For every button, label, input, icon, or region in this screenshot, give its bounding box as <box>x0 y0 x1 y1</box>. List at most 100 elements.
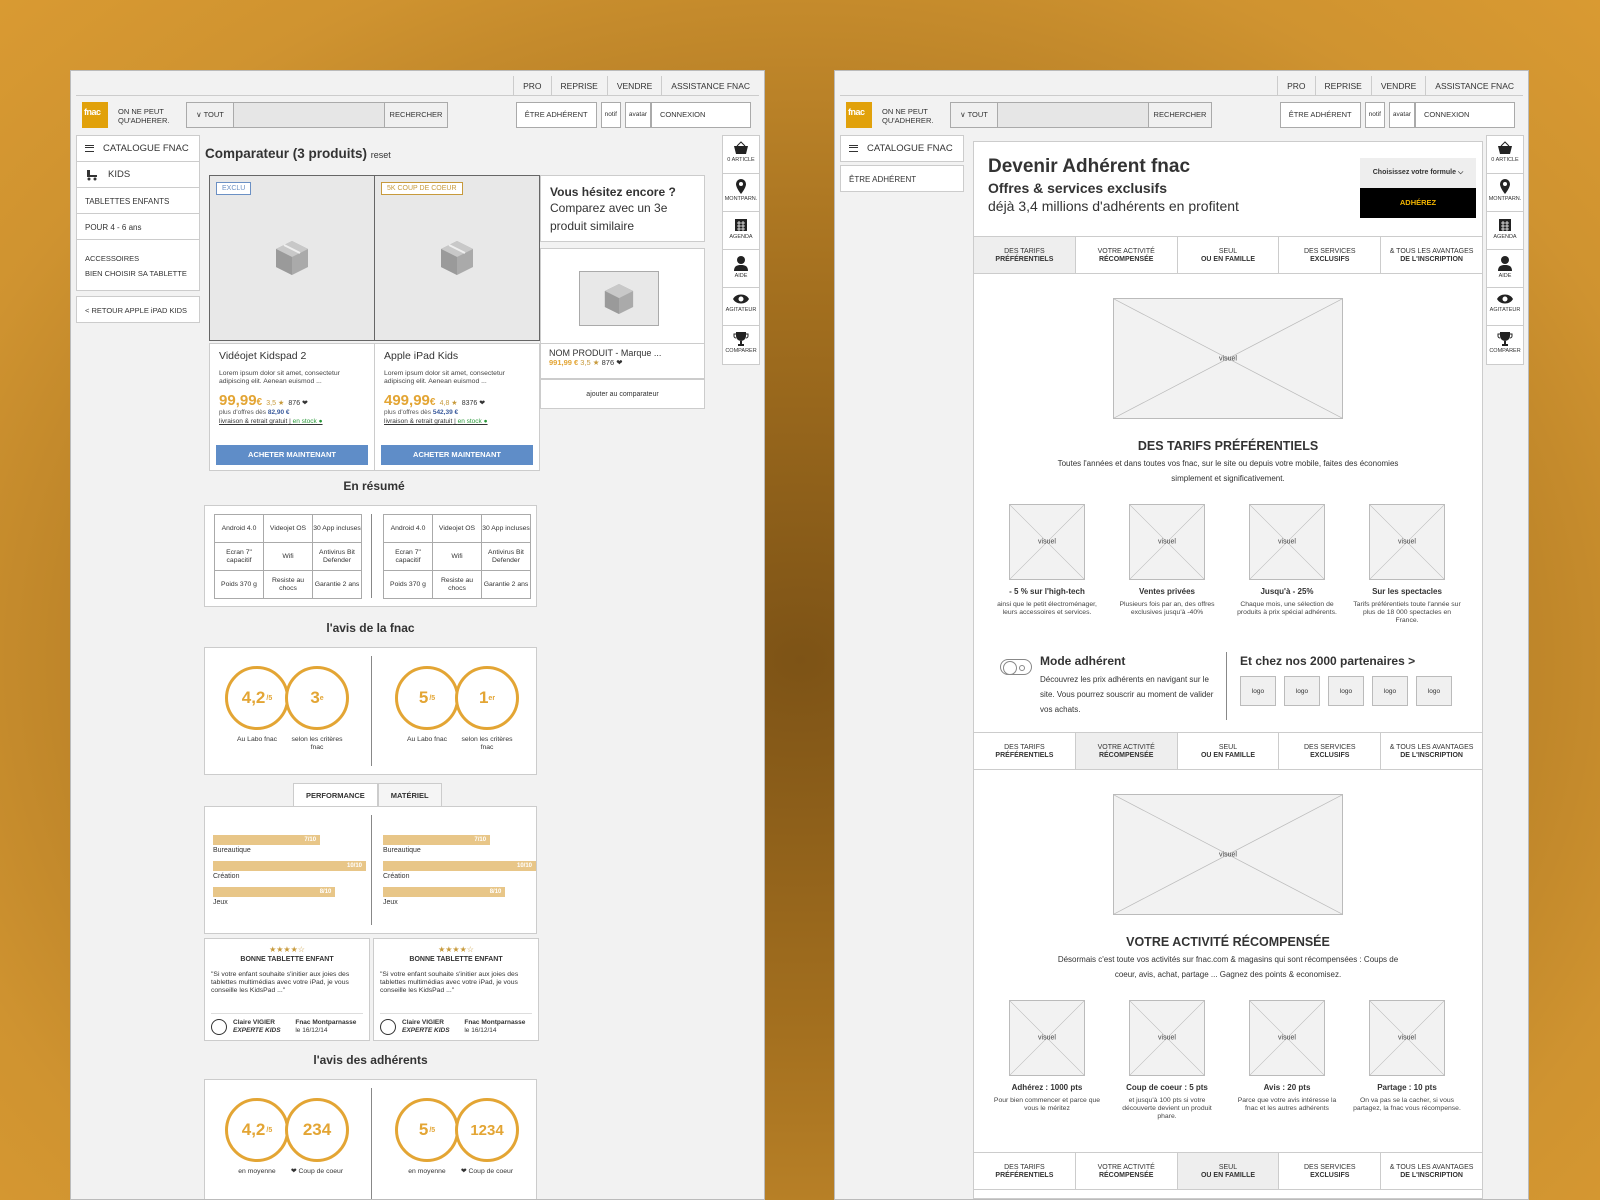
agitateur-tool[interactable]: AGITATEUR <box>723 288 759 326</box>
login-button[interactable]: CONNEXION <box>1415 102 1515 128</box>
partner-logo[interactable]: logo <box>1328 676 1364 706</box>
tab-services[interactable]: DES SERVICES EXCLUSIFS <box>1279 1153 1382 1189</box>
product-offers[interactable]: plus d'offres dès 542,39 € <box>384 409 530 416</box>
menu-icon <box>85 145 94 152</box>
tab-famille[interactable]: SEUL OU EN FAMILLE <box>1178 237 1280 273</box>
nav-member[interactable]: ÊTRE ADHÉRENT <box>840 165 964 192</box>
agenda-tool[interactable]: AGENDA <box>723 212 759 250</box>
agenda-tool[interactable]: AGENDA <box>1487 212 1523 250</box>
tab-materiel[interactable]: MATÉRIEL <box>377 783 442 807</box>
nav-catalog[interactable]: CATALOGUE FNAC <box>840 135 964 162</box>
comparator-page: PRO REPRISE VENDRE ASSISTANCE FNAC fnac … <box>70 70 765 1200</box>
tab-activite[interactable]: VOTRE ACTIVITÉ RÉCOMPENSÉE <box>1076 1153 1178 1189</box>
account-area: ÊTRE ADHÉRENT notif avatar CONNEXION <box>1275 102 1515 128</box>
top-link-assistance[interactable]: ASSISTANCE FNAC <box>661 76 759 95</box>
partner-logo[interactable]: logo <box>1284 676 1320 706</box>
similar-product-card[interactable]: NOM PRODUIT - Marque ... 991,99 € 3,5 ★ … <box>540 343 705 379</box>
search-category-select[interactable]: ∨ TOUT <box>187 103 234 127</box>
product-image[interactable]: 5K COUP DE COEUR <box>374 175 540 341</box>
tab-tarifs[interactable]: DES TARIFS PRÉFÉRENTIELS <box>974 733 1076 769</box>
member-button[interactable]: ÊTRE ADHÉRENT <box>515 102 597 128</box>
member-mode-toggle[interactable] <box>1000 659 1032 675</box>
product-delivery[interactable]: livraison & retrait gratuit | en stock ● <box>219 418 365 425</box>
top-link-pro[interactable]: PRO <box>1277 76 1314 95</box>
performance-label: Jeux <box>383 899 398 906</box>
section-tabs: DES TARIFS PRÉFÉRENTIELS VOTRE ACTIVITÉ RÉ… <box>974 236 1482 274</box>
nav-tablettes[interactable]: TABLETTES ENFANTS <box>76 187 200 214</box>
avatar[interactable]: avatar <box>1388 102 1415 128</box>
notif-icon[interactable]: notif <box>1364 102 1385 128</box>
tab-performance[interactable]: PERFORMANCE <box>293 783 378 807</box>
login-button[interactable]: CONNEXION <box>651 102 751 128</box>
product-image[interactable]: EXCLU <box>209 175 375 341</box>
tab-famille[interactable]: SEUL OU EN FAMILLE <box>1177 1153 1280 1189</box>
adhere-button[interactable]: ADHÉREZ <box>1360 188 1476 218</box>
tab-avantages[interactable]: & TOUS LES AVANTAGES DE L'INSCRIPTION <box>1381 733 1482 769</box>
search-input[interactable] <box>234 103 385 127</box>
product-delivery[interactable]: livraison & retrait gratuit | en stock ● <box>384 418 530 425</box>
buy-now-button[interactable]: ACHETER MAINTENANT <box>216 445 368 465</box>
tab-famille[interactable]: SEUL OU EN FAMILLE <box>1178 733 1280 769</box>
avatar[interactable]: avatar <box>624 102 651 128</box>
divider <box>371 815 372 925</box>
partner-logo[interactable]: logo <box>1416 676 1452 706</box>
fnac-logo[interactable]: fnac <box>82 102 108 128</box>
tab-services[interactable]: DES SERVICES EXCLUSIFS <box>1279 733 1382 769</box>
cart-tool[interactable]: 0 ARTICLE <box>723 136 759 174</box>
help-tool[interactable]: AIDE <box>723 250 759 288</box>
divider <box>371 656 372 766</box>
partner-logo[interactable]: logo <box>1240 676 1276 706</box>
tab-tarifs[interactable]: DES TARIFS PRÉFÉRENTIELS <box>974 1153 1076 1189</box>
nav-accessoires[interactable]: ACCESSOIRES <box>85 251 191 266</box>
compare-tool[interactable]: COMPARER <box>1487 326 1523 364</box>
product-offers[interactable]: plus d'offres dès 82,90 € <box>219 409 365 416</box>
top-link-reprise[interactable]: REPRISE <box>1314 76 1371 95</box>
review-title: BONNE TABLETTE ENFANT <box>409 956 503 963</box>
tab-avantages[interactable]: & TOUS LES AVANTAGES DE L'INSCRIPTION <box>1381 1153 1482 1189</box>
feature-item: Sur les spectacles Tarifs préférentiels t… <box>1352 587 1462 625</box>
partner-logo[interactable]: logo <box>1372 676 1408 706</box>
product-name[interactable]: Vidéojet Kidspad 2 <box>219 350 365 362</box>
nav-return-link[interactable]: < RETOUR APPLE iPAD KIDS <box>76 296 200 323</box>
right-tool-bar: 0 ARTICLE MONTPARN. AGENDA AIDE AGITATEU… <box>722 135 760 365</box>
store-tool[interactable]: MONTPARN. <box>1487 174 1523 212</box>
top-link-assistance[interactable]: ASSISTANCE FNAC <box>1425 76 1523 95</box>
search-button[interactable]: RECHERCHER <box>385 103 447 127</box>
tab-tarifs[interactable]: DES TARIFS PRÉFÉRENTIELS <box>974 237 1076 273</box>
rank-circle: 3e <box>285 666 349 730</box>
top-link-pro[interactable]: PRO <box>513 76 550 95</box>
product-name[interactable]: Apple iPad Kids <box>384 350 530 362</box>
member-button[interactable]: ÊTRE ADHÉRENT <box>1279 102 1361 128</box>
add-to-comparator-button[interactable]: ajouter au comparateur <box>540 379 705 409</box>
search-button[interactable]: RECHERCHER <box>1149 103 1211 127</box>
search-input[interactable] <box>998 103 1149 127</box>
nav-age[interactable]: POUR 4 - 6 ans <box>76 213 200 240</box>
store-tool[interactable]: MONTPARN. <box>723 174 759 212</box>
partners-link[interactable]: Et chez nos 2000 partenaires > <box>1240 654 1415 668</box>
cart-tool[interactable]: 0 ARTICLE <box>1487 136 1523 174</box>
spec-grid: Android 4.0 Videojet OS 30 App incluses Ec… <box>214 514 362 599</box>
search-category-select[interactable]: ∨ TOUT <box>951 103 998 127</box>
tab-activite[interactable]: VOTRE ACTIVITÉ RÉCOMPENSÉE <box>1076 237 1178 273</box>
nav-catalog[interactable]: CATALOGUE FNAC <box>76 135 200 162</box>
top-link-vendre[interactable]: VENDRE <box>1370 76 1425 95</box>
nav-kids[interactable]: KIDS <box>76 161 200 188</box>
tab-avantages[interactable]: & TOUS LES AVANTAGES DE L'INSCRIPTION <box>1381 237 1482 273</box>
similar-product-image[interactable] <box>540 248 705 344</box>
nav-bien-choisir[interactable]: BIEN CHOISIR SA TABLETTE <box>85 266 191 281</box>
help-tool[interactable]: AIDE <box>1487 250 1523 288</box>
buy-now-button[interactable]: ACHETER MAINTENANT <box>381 445 533 465</box>
agitateur-tool[interactable]: AGITATEUR <box>1487 288 1523 326</box>
expert-review-card: ★★★★☆ BONNE TABLETTE ENFANT "Si votre en… <box>373 938 539 1041</box>
review-title: BONNE TABLETTE ENFANT <box>240 956 334 963</box>
top-link-reprise[interactable]: REPRISE <box>550 76 607 95</box>
tab-activite[interactable]: VOTRE ACTIVITÉ RÉCOMPENSÉE <box>1075 733 1178 769</box>
site-header: fnac ON NE PEUT QU'ADHERER. ∨ TOUT RECHE… <box>76 98 759 134</box>
fnac-logo[interactable]: fnac <box>846 102 872 128</box>
tab-services[interactable]: DES SERVICES EXCLUSIFS <box>1279 237 1382 273</box>
reset-link[interactable]: reset <box>371 150 391 160</box>
notif-icon[interactable]: notif <box>600 102 621 128</box>
compare-tool[interactable]: COMPARER <box>723 326 759 364</box>
formula-select[interactable]: Choisissez votre formule ⌵ <box>1360 158 1476 188</box>
top-link-vendre[interactable]: VENDRE <box>606 76 661 95</box>
